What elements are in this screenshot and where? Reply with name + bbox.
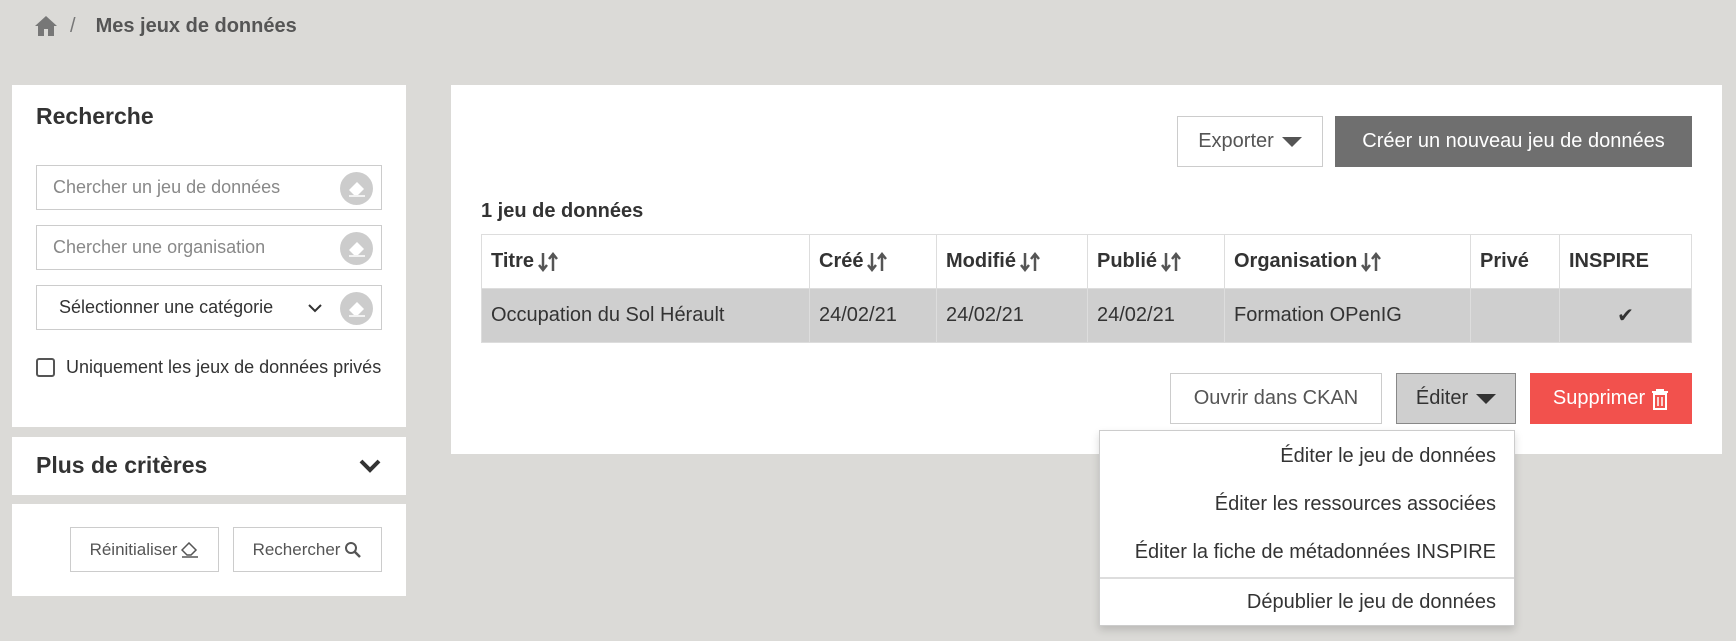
chevron-down-icon[interactable] [358, 455, 382, 477]
search-label: Rechercher [252, 539, 341, 559]
trash-icon [1652, 388, 1669, 410]
datasets-panel: Exporter Créer un nouveau jeu de données… [451, 85, 1722, 454]
breadcrumb-current: Mes jeux de données [95, 14, 297, 37]
cell-modifie: 24/02/21 [936, 288, 1088, 343]
caret-down-icon [1281, 136, 1302, 147]
sort-icon [1020, 251, 1040, 272]
edit-dropdown-menu: Éditer le jeu de données Éditer les ress… [1099, 430, 1515, 626]
export-button[interactable]: Exporter [1177, 116, 1323, 167]
breadcrumb: / Mes jeux de données [34, 12, 297, 40]
reset-button[interactable]: Réinitialiser [70, 527, 219, 572]
caret-down-icon [1476, 393, 1497, 404]
table-header-row: Titre Créé Modifié Publié Organisation P… [481, 234, 1692, 289]
menu-item-edit-inspire-metadata[interactable]: Éditer la fiche de métadonnées INSPIRE [1135, 541, 1496, 564]
datasets-table: Titre Créé Modifié Publié Organisation P… [481, 234, 1692, 343]
column-header-inspire: INSPIRE [1559, 234, 1692, 289]
menu-item-edit-dataset[interactable]: Éditer le jeu de données [1280, 445, 1496, 468]
cell-titre: Occupation du Sol Hérault [481, 288, 810, 343]
category-select-value: Sélectionner une catégorie [59, 297, 274, 317]
more-criteria-title: Plus de critères [36, 452, 208, 478]
check-icon: ✔ [1559, 288, 1692, 343]
table-row[interactable]: Occupation du Sol Hérault 24/02/21 24/02… [481, 288, 1692, 343]
eraser-icon[interactable] [340, 292, 373, 325]
eraser-icon[interactable] [340, 232, 373, 265]
dataset-count: 1 jeu de données [481, 200, 644, 222]
eraser-icon[interactable] [340, 172, 373, 205]
menu-divider [1100, 577, 1514, 579]
eraser-icon [181, 541, 199, 558]
private-only-checkbox[interactable] [36, 358, 55, 377]
home-icon[interactable] [34, 15, 58, 37]
sort-icon [867, 251, 888, 272]
category-select[interactable]: Sélectionner une catégorie [36, 285, 382, 330]
menu-item-edit-resources[interactable]: Éditer les ressources associées [1215, 493, 1496, 516]
private-only-filter[interactable]: Uniquement les jeux de données privés [36, 357, 381, 378]
delete-button[interactable]: Supprimer [1530, 373, 1692, 424]
sort-icon [1361, 251, 1382, 272]
column-header-modifie[interactable]: Modifié [936, 234, 1088, 289]
sort-icon [1161, 251, 1181, 272]
column-header-cree[interactable]: Créé [809, 234, 937, 289]
column-header-prive: Privé [1470, 234, 1560, 289]
filter-actions-panel: Réinitialiser Rechercher [12, 504, 406, 596]
reset-label: Réinitialiser [89, 539, 178, 559]
search-title: Recherche [36, 103, 154, 129]
cell-cree: 24/02/21 [809, 288, 937, 343]
column-header-titre[interactable]: Titre [481, 234, 810, 289]
organisation-search-placeholder: Chercher une organisation [53, 237, 266, 257]
edit-label: Éditer [1415, 387, 1469, 409]
private-only-label: Uniquement les jeux de données privés [66, 357, 382, 377]
column-header-publie[interactable]: Publié [1087, 234, 1225, 289]
sort-icon [538, 251, 558, 272]
search-icon [345, 541, 362, 558]
cell-publie: 24/02/21 [1087, 288, 1225, 343]
dataset-search-placeholder: Chercher un jeu de données [53, 177, 281, 197]
delete-label: Supprimer [1552, 387, 1646, 409]
column-header-organisation[interactable]: Organisation [1224, 234, 1471, 289]
export-label: Exporter [1198, 130, 1274, 152]
create-dataset-button[interactable]: Créer un nouveau jeu de données [1335, 116, 1692, 167]
breadcrumb-separator: / [70, 14, 76, 37]
edit-button[interactable]: Éditer [1396, 373, 1516, 424]
more-criteria-panel[interactable]: Plus de critères [12, 437, 406, 495]
search-button[interactable]: Rechercher [233, 527, 382, 572]
search-panel: Recherche Chercher un jeu de données Che… [12, 85, 406, 427]
organisation-search-input[interactable]: Chercher une organisation [36, 225, 382, 270]
cell-organisation: Formation OPenIG [1224, 288, 1471, 343]
dataset-search-input[interactable]: Chercher un jeu de données [36, 165, 382, 210]
cell-prive [1470, 288, 1560, 343]
open-in-ckan-button[interactable]: Ouvrir dans CKAN [1170, 373, 1382, 424]
menu-item-unpublish-dataset[interactable]: Dépublier le jeu de données [1247, 591, 1496, 614]
chevron-down-icon [305, 298, 325, 318]
